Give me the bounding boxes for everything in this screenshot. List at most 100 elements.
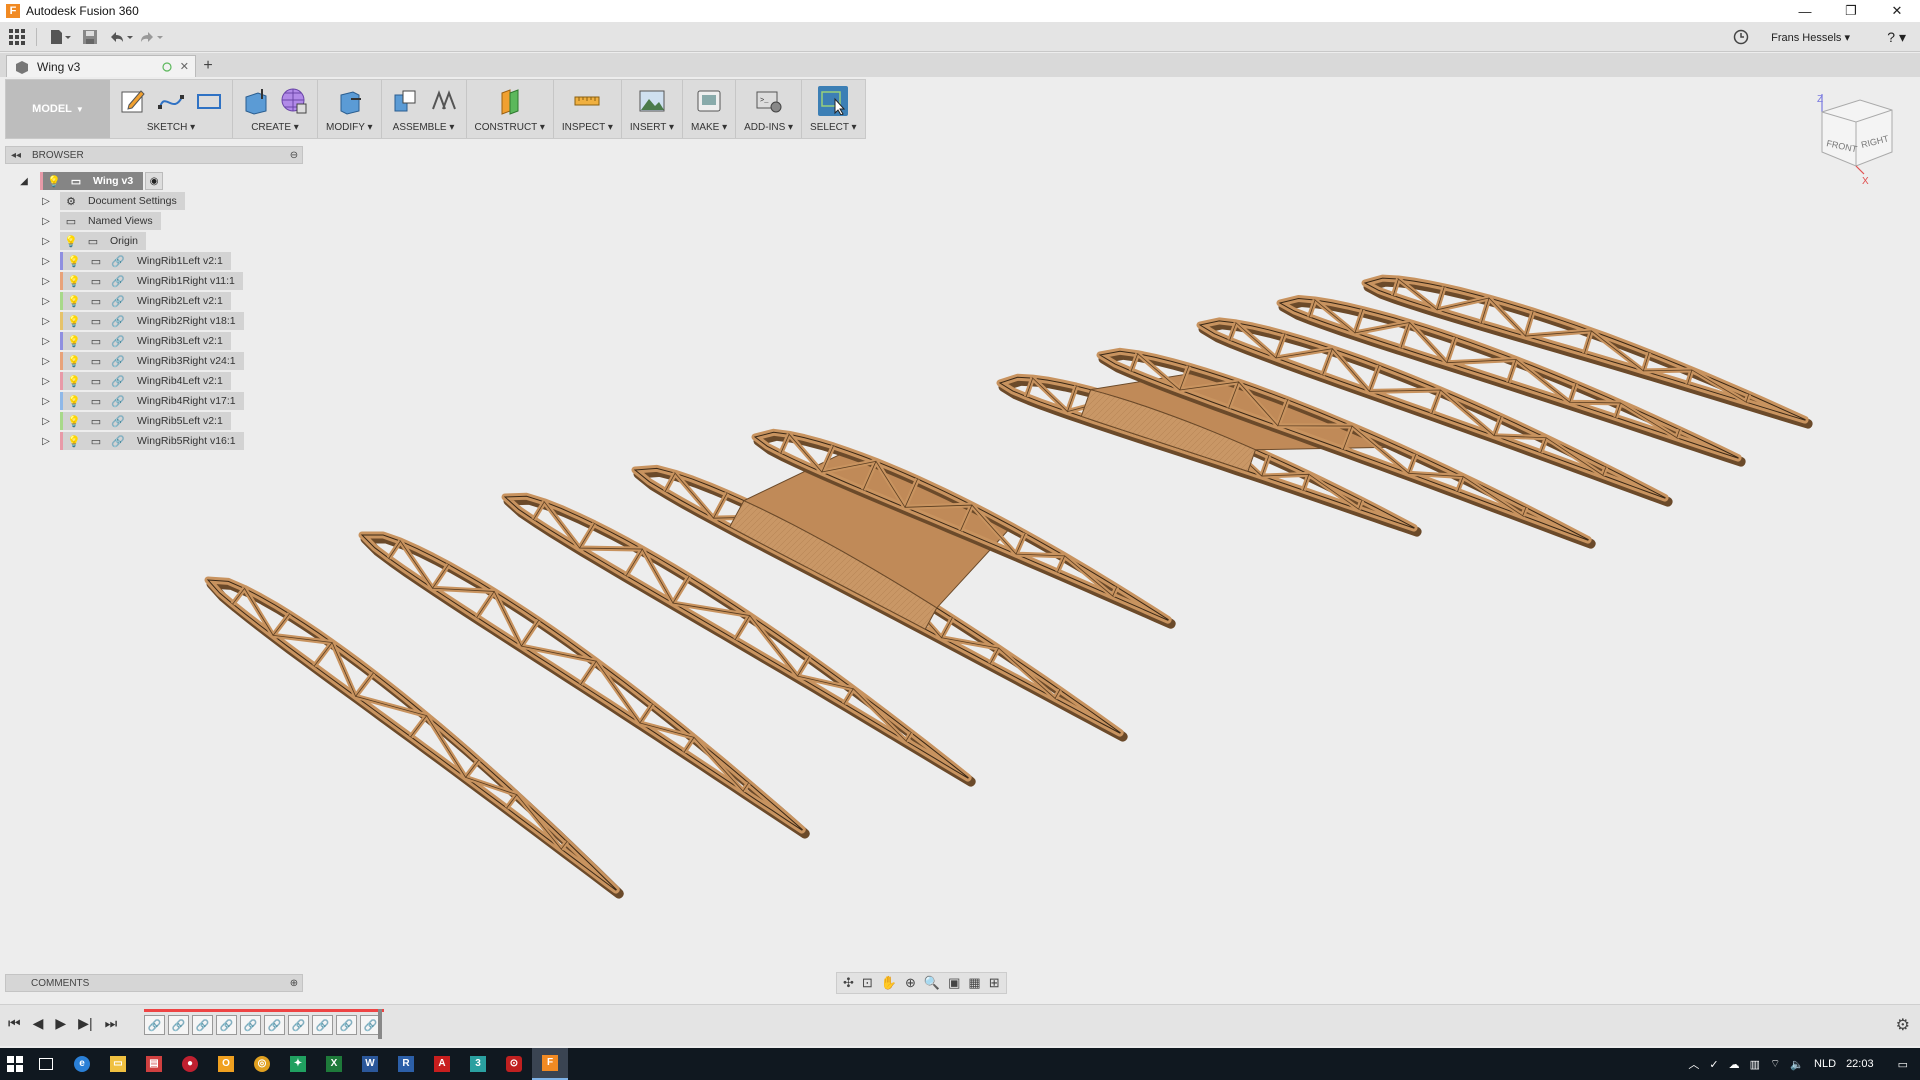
viewcube[interactable]: Z FRONT RIGHT X (1812, 90, 1912, 193)
expand-triangle-icon[interactable]: ▷ (40, 332, 52, 350)
timeline-feature-link-icon[interactable]: 🔗 (216, 1015, 237, 1035)
file-menu-icon[interactable] (47, 26, 73, 48)
select-group[interactable]: SELECT ▾ (802, 80, 865, 138)
3d-viewport[interactable] (0, 140, 1920, 980)
wing-rib-1-truss-line[interactable] (232, 588, 568, 850)
browser-component-row[interactable]: ▷ 💡 ▭ 🔗 WingRib2Left v2:1 (40, 292, 231, 310)
tray-cloud-icon[interactable]: ☁ (1729, 1058, 1740, 1071)
expand-triangle-icon[interactable]: ▷ (40, 352, 52, 370)
close-tab-button[interactable]: ✕ (180, 60, 195, 73)
browser-component-row[interactable]: ▷ 💡 ▭ 🔗 WingRib4Left v2:1 (40, 372, 231, 390)
expand-triangle-icon[interactable]: ▷ (40, 252, 52, 270)
word-icon[interactable]: W (352, 1048, 388, 1080)
expand-triangle-icon[interactable]: ▷ (40, 232, 52, 250)
visibility-bulb-icon[interactable]: 💡 (63, 292, 85, 310)
sketch-group[interactable]: SKETCH ▾ (110, 80, 233, 138)
file-explorer-icon[interactable]: ▭ (100, 1048, 136, 1080)
visibility-bulb-icon[interactable]: 💡 (63, 412, 85, 430)
expand-triangle-icon[interactable]: ▷ (40, 432, 52, 450)
expand-triangle-icon[interactable]: ▷ (40, 312, 52, 330)
app-red-icon[interactable]: ● (172, 1048, 208, 1080)
activate-target-icon[interactable]: ◉ (145, 172, 164, 190)
visibility-bulb-icon[interactable]: 💡 (63, 272, 85, 290)
timeline-feature-link-icon[interactable]: 🔗 (336, 1015, 357, 1035)
wing-ribs-model[interactable] (204, 274, 1813, 899)
browser-header[interactable]: ◂◂ BROWSER ⊖ (5, 146, 303, 164)
browser-folder-row[interactable]: ▷ 💡 ▭ Origin (40, 232, 147, 250)
minimize-button[interactable]: — (1782, 0, 1828, 22)
scripts-addins-icon[interactable]: >_ (754, 86, 784, 116)
fit-icon[interactable]: 🔍 (924, 975, 940, 991)
document-tab[interactable]: Wing v3 ✕ (6, 55, 196, 77)
zoom-icon[interactable]: ⊕ (905, 975, 916, 991)
expand-triangle-icon[interactable]: ▷ (40, 292, 52, 310)
timeline-marker[interactable] (378, 1009, 382, 1039)
fusion360-taskbar-icon[interactable]: F (532, 1048, 568, 1080)
visibility-bulb-icon[interactable]: 💡 (60, 232, 82, 250)
pan-hand-icon[interactable]: ✋ (881, 975, 897, 991)
create-sketch-icon[interactable] (118, 86, 148, 116)
make-group[interactable]: MAKE ▾ (683, 80, 737, 138)
browser-folder-row[interactable]: ▷ ▭ Named Views (40, 212, 161, 230)
collapse-triangle-icon[interactable]: ◢ (18, 172, 30, 190)
3d-print-icon[interactable] (694, 86, 724, 116)
job-status-clock-icon[interactable] (1733, 29, 1749, 45)
tray-wifi-icon[interactable]: ⌔ (1770, 1057, 1780, 1071)
timeline-feature-link-icon[interactable]: 🔗 (168, 1015, 189, 1035)
viewports-icon[interactable]: ⊞ (989, 975, 1000, 991)
browser-component-row[interactable]: ▷ 💡 ▭ 🔗 WingRib3Left v2:1 (40, 332, 231, 350)
restore-button[interactable]: ❐ (1828, 0, 1874, 22)
notifications-icon[interactable]: ▭ (1898, 1058, 1908, 1071)
close-window-button[interactable]: ✕ (1874, 0, 1920, 22)
modify-group[interactable]: MODIFY ▾ (318, 80, 382, 138)
insert-group[interactable]: INSERT ▾ (622, 80, 683, 138)
volume-icon[interactable]: 🔈 (1790, 1058, 1804, 1071)
grid-settings-icon[interactable]: ▦ (968, 975, 980, 991)
form-icon[interactable] (279, 86, 309, 116)
new-component-icon[interactable] (390, 86, 420, 116)
user-account-menu[interactable]: Frans Hessels ▾ (1771, 31, 1850, 44)
measure-icon[interactable] (572, 86, 602, 116)
expand-triangle-icon[interactable]: ▷ (40, 212, 52, 230)
visibility-bulb-icon[interactable]: 💡 (63, 332, 85, 350)
timeline-settings-gear-icon[interactable]: ⚙ (1896, 1015, 1910, 1035)
browser-component-row[interactable]: ▷ 💡 ▭ 🔗 WingRib4Right v17:1 (40, 392, 244, 410)
timeline-prev-icon[interactable]: ◀ (33, 1015, 44, 1032)
timeline-feature-link-icon[interactable]: 🔗 (312, 1015, 333, 1035)
create-group[interactable]: CREATE ▾ (233, 80, 318, 138)
add-comment-icon[interactable]: ⊕ (286, 978, 302, 989)
chrome-icon[interactable]: ◎ (244, 1048, 280, 1080)
timeline-first-icon[interactable]: ⏮ (8, 1015, 21, 1032)
browser-component-row[interactable]: ▷ 💡 ▭ 🔗 WingRib3Right v24:1 (40, 352, 244, 370)
save-icon[interactable] (77, 26, 103, 48)
press-pull-icon[interactable] (334, 86, 364, 116)
expand-triangle-icon[interactable]: ▷ (40, 192, 52, 210)
browser-folder-row[interactable]: ▷ ⚙ Document Settings (40, 192, 185, 210)
excel-icon[interactable]: X (316, 1048, 352, 1080)
visibility-bulb-icon[interactable]: 💡 (43, 172, 65, 190)
timeline-last-icon[interactable]: ⏭ (105, 1015, 118, 1032)
orbit-icon[interactable]: ✣ (843, 975, 854, 991)
undo-icon[interactable] (107, 26, 133, 48)
store-icon[interactable]: ▤ (136, 1048, 172, 1080)
clock[interactable]: 22:03 (1846, 1058, 1874, 1070)
expand-triangle-icon[interactable]: ▷ (40, 372, 52, 390)
app-orange-icon[interactable]: O (208, 1048, 244, 1080)
data-panel-grid-icon[interactable] (4, 26, 30, 48)
rectangle-icon[interactable] (194, 86, 224, 116)
task-view-icon[interactable] (28, 1048, 64, 1080)
timeline-next-icon[interactable]: ▶| (78, 1015, 92, 1032)
expand-triangle-icon[interactable]: ▷ (40, 272, 52, 290)
browser-component-row[interactable]: ▷ 💡 ▭ 🔗 WingRib5Right v16:1 (40, 432, 244, 450)
browser-pin-icon[interactable]: ⊖ (286, 150, 302, 161)
visibility-bulb-icon[interactable]: 💡 (63, 432, 85, 450)
tray-expand-icon[interactable]: ︿ (1688, 1056, 1699, 1072)
app-green-icon[interactable]: ✦ (280, 1048, 316, 1080)
help-menu[interactable]: ? ▾ (1887, 29, 1906, 46)
extrude-icon[interactable] (241, 86, 271, 116)
offset-plane-icon[interactable] (495, 86, 525, 116)
app-teal-icon[interactable]: 3 (460, 1048, 496, 1080)
collapse-browser-icon[interactable]: ◂◂ (6, 150, 26, 161)
comments-panel-header[interactable]: COMMENTS ⊕ (5, 974, 303, 992)
visibility-bulb-icon[interactable]: 💡 (63, 312, 85, 330)
